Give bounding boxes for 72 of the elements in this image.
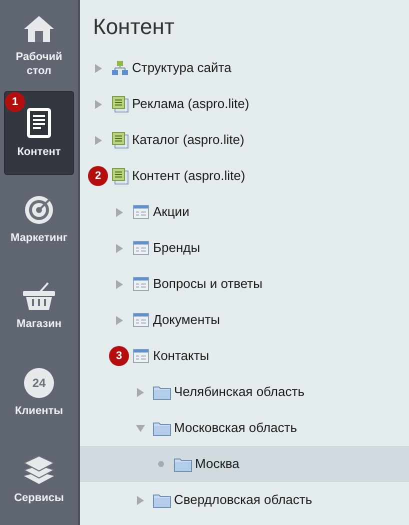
sidebar-label: Клиенты [14,404,64,418]
tree-row[interactable]: Структура сайта [80,50,409,86]
tree-label: Челябинская область [174,383,304,402]
list-section-icon [112,132,128,148]
number-badge: 2 [88,166,108,186]
list-section-icon [112,168,128,184]
tree-row[interactable]: Реклама (aspro.lite) [80,86,409,122]
sidebar-item[interactable]: 24 Клиенты [4,351,74,436]
list-icon [133,205,149,219]
house-icon [22,14,56,44]
document-icon [26,106,52,139]
page-title: Контент [92,13,176,41]
tree-row[interactable]: Вопросы и ответы [80,266,409,302]
expand-arrow-icon[interactable] [116,244,122,252]
tree-row[interactable]: Челябинская область [80,374,409,410]
sidebar-label: Рабочий стол [14,50,64,78]
tree-row[interactable]: Москва [80,446,409,482]
expand-arrow-icon[interactable] [116,208,122,216]
tree-label: Каталог (aspro.lite) [132,131,244,150]
tree-label: Бренды [153,239,200,258]
list-icon [133,241,149,255]
expand-arrow-icon[interactable] [94,64,102,72]
folder-icon [153,420,171,436]
tree-label: Контент (aspro.lite) [132,167,246,186]
list-icon [133,277,149,291]
sidebar-label: Сервисы [13,491,65,506]
tree-row[interactable]: Свердловская область [80,482,409,518]
tree-label: Свердловская область [174,491,312,510]
tree-row[interactable]: Документы [80,302,409,338]
tree-label: Вопросы и ответы [153,275,262,294]
sidebar-label: Магазин [15,317,63,332]
tree-label: Структура сайта [132,59,232,78]
basket-icon [22,281,56,312]
expand-arrow-icon[interactable] [116,316,122,324]
folder-icon [174,456,192,472]
tree-row[interactable]: 3 Контакты [80,338,409,374]
list-section-icon [112,96,128,112]
expand-arrow-icon[interactable] [136,388,144,396]
collapse-arrow-icon[interactable] [136,424,144,432]
folder-icon [153,384,171,400]
sidebar-item[interactable]: Рабочий стол [4,4,74,88]
folder-icon [153,492,171,508]
sidebar-label: Маркетинг [10,230,68,245]
cloud-badge-icon: 24 [24,368,54,398]
expand-arrow-icon[interactable] [94,100,102,108]
number-badge: 1 [5,92,25,112]
sidebar-item[interactable]: Сервисы [4,438,74,522]
sidebar-item[interactable]: Магазин [4,264,74,348]
tree-label: Реклама (aspro.lite) [132,95,250,114]
number-badge: 3 [109,346,129,366]
expand-arrow-icon[interactable] [116,280,122,288]
sidebar-item[interactable]: Маркетинг [4,178,74,262]
tree-label: Контакты [153,347,210,366]
tree-label: Документы [153,311,220,330]
tree-row[interactable]: 2 Контент (aspro.lite) [80,158,409,194]
tree-row[interactable]: Акции [80,194,409,230]
tree-label: Акции [153,203,190,222]
list-icon [133,313,149,327]
structure-icon [112,60,128,76]
layers-icon [22,455,56,486]
sidebar-label: Контент [16,144,62,159]
tree-row[interactable]: Московская область [80,410,409,446]
expand-arrow-icon[interactable] [94,136,102,144]
sidebar-item[interactable]: 1 Контент [4,90,74,175]
tree-label: Московская область [174,419,298,438]
expand-arrow-icon[interactable] [136,496,144,504]
tree-row[interactable]: Бренды [80,230,409,266]
list-icon [133,349,149,363]
bullet-icon [158,461,164,467]
target-icon [24,194,54,225]
tree-row[interactable]: Каталог (aspro.lite) [80,122,409,158]
tree-label: Москва [195,455,240,474]
